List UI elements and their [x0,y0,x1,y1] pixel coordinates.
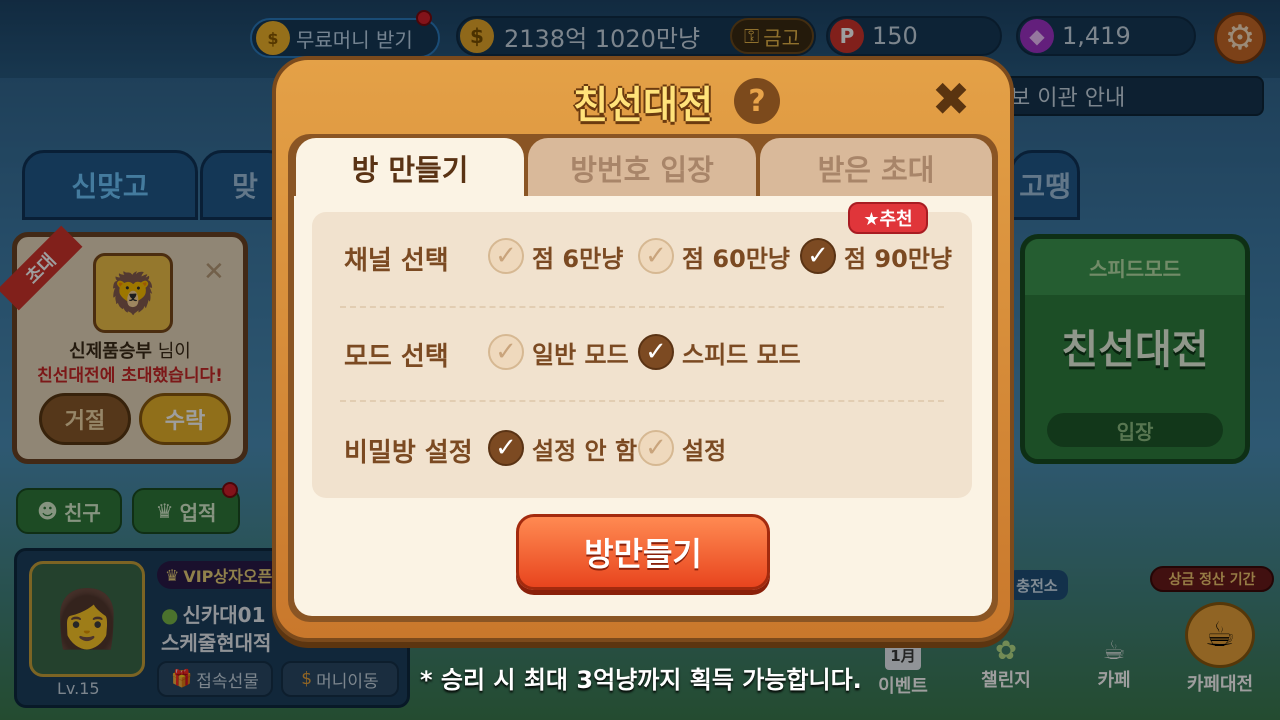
channel-option-900k[interactable]: ✓ 점 90만냥 [800,238,952,274]
tab-create-room[interactable]: 방 만들기 [296,138,524,198]
reward-footnote: * 승리 시 최대 3억냥까지 획득 가능합니다. [420,666,862,694]
private-option-on[interactable]: ✓ 설정 [638,430,726,466]
unchecked-icon: ✓ [488,238,524,274]
divider [340,306,944,308]
tab-room-number[interactable]: 방번호 입장 [528,138,756,198]
friendly-match-dialog: 친선대전 ? ✖ 방 만들기 방번호 입장 받은 초대 채널 선택 ✓ 점 6만냥… [272,56,1014,642]
channel-option-600k[interactable]: ✓ 점 60만냥 [638,238,790,274]
channel-option-60k-label: 점 6만냥 [532,244,624,273]
divider [340,400,944,402]
channel-option-600k-label: 점 60만냥 [682,244,790,273]
dialog-body: 방 만들기 방번호 입장 받은 초대 채널 선택 ✓ 점 6만냥 ✓ 점 60만냥 … [288,134,998,622]
tab-received-invites-label: 받은 초대 [817,153,935,187]
mode-option-speed-label: 스피드 모드 [682,340,801,369]
mode-select-label: 모드 선택 [344,342,449,372]
help-icon[interactable]: ? [734,78,780,124]
checked-icon: ✓ [488,430,524,466]
close-icon[interactable]: ✖ [926,72,976,126]
channel-option-60k[interactable]: ✓ 점 6만냥 [488,238,623,274]
unchecked-icon: ✓ [638,238,674,274]
unchecked-icon: ✓ [638,430,674,466]
tab-create-room-label: 방 만들기 [351,153,469,187]
create-room-button[interactable]: 방만들기 [516,514,770,590]
recommend-badge: ★추천 [848,202,928,234]
channel-select-label: 채널 선택 [344,246,449,276]
create-room-button-label: 방만들기 [584,535,702,573]
private-room-label: 비밀방 설정 [344,438,473,468]
mode-option-normal-label: 일반 모드 [532,340,629,369]
unchecked-icon: ✓ [488,334,524,370]
mode-option-speed[interactable]: ✓ 스피드 모드 [638,334,801,370]
tab-received-invites[interactable]: 받은 초대 [760,138,992,198]
mode-option-normal[interactable]: ✓ 일반 모드 [488,334,629,370]
tab-room-number-label: 방번호 입장 [570,153,714,187]
options-box: 채널 선택 ✓ 점 6만냥 ✓ 점 60만냥 ✓ 점 90만냥 ★추천 모드 선택 ✓… [312,202,972,498]
private-option-on-label: 설정 [682,436,727,465]
create-room-panel: 채널 선택 ✓ 점 6만냥 ✓ 점 60만냥 ✓ 점 90만냥 ★추천 모드 선택 ✓… [294,196,992,616]
dialog-title: 친선대전 [573,83,713,127]
private-option-off[interactable]: ✓ 설정 안 함 [488,430,637,466]
channel-option-900k-label: 점 90만냥 [844,244,952,273]
checked-icon: ✓ [800,238,836,274]
checked-icon: ✓ [638,334,674,370]
private-option-off-label: 설정 안 함 [532,436,638,465]
